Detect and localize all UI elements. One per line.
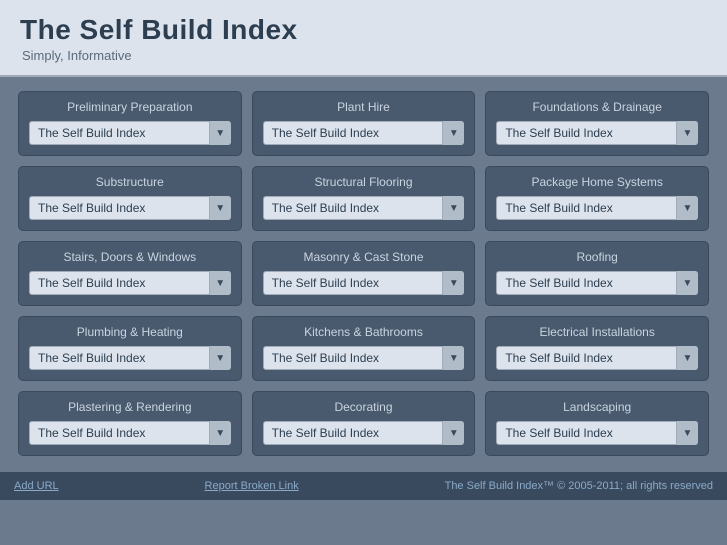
card-electrical-installations: Electrical Installations The Self Build I…: [485, 316, 709, 381]
select-wrapper-stairs-doors-windows: The Self Build Index▼: [29, 271, 231, 295]
card-title-stairs-doors-windows: Stairs, Doors & Windows: [29, 250, 231, 264]
select-masonry-cast-stone[interactable]: The Self Build Index: [263, 271, 465, 295]
select-wrapper-structural-flooring: The Self Build Index▼: [263, 196, 465, 220]
card-title-landscaping: Landscaping: [496, 400, 698, 414]
card-title-kitchens-bathrooms: Kitchens & Bathrooms: [263, 325, 465, 339]
copyright-text: The Self Build Index™ © 2005-2011; all r…: [445, 480, 713, 492]
card-title-masonry-cast-stone: Masonry & Cast Stone: [263, 250, 465, 264]
select-landscaping[interactable]: The Self Build Index: [496, 421, 698, 445]
select-plastering-rendering[interactable]: The Self Build Index: [29, 421, 231, 445]
card-decorating: Decorating The Self Build Index▼: [252, 391, 476, 456]
select-wrapper-plumbing-heating: The Self Build Index▼: [29, 346, 231, 370]
select-foundations-drainage[interactable]: The Self Build Index: [496, 121, 698, 145]
card-title-plant-hire: Plant Hire: [263, 100, 465, 114]
card-title-foundations-drainage: Foundations & Drainage: [496, 100, 698, 114]
select-wrapper-roofing: The Self Build Index▼: [496, 271, 698, 295]
card-title-plumbing-heating: Plumbing & Heating: [29, 325, 231, 339]
select-kitchens-bathrooms[interactable]: The Self Build Index: [263, 346, 465, 370]
select-structural-flooring[interactable]: The Self Build Index: [263, 196, 465, 220]
select-wrapper-masonry-cast-stone: The Self Build Index▼: [263, 271, 465, 295]
card-substructure: Substructure The Self Build Index▼: [18, 166, 242, 231]
site-title: The Self Build Index: [20, 14, 707, 46]
select-wrapper-plastering-rendering: The Self Build Index▼: [29, 421, 231, 445]
card-title-plastering-rendering: Plastering & Rendering: [29, 400, 231, 414]
card-preliminary-preparation: Preliminary Preparation The Self Build In…: [18, 91, 242, 156]
select-wrapper-kitchens-bathrooms: The Self Build Index▼: [263, 346, 465, 370]
site-header: The Self Build Index Simply, Informative: [0, 0, 727, 77]
select-wrapper-foundations-drainage: The Self Build Index▼: [496, 121, 698, 145]
card-kitchens-bathrooms: Kitchens & Bathrooms The Self Build Index…: [252, 316, 476, 381]
card-masonry-cast-stone: Masonry & Cast Stone The Self Build Index…: [252, 241, 476, 306]
card-roofing: Roofing The Self Build Index▼: [485, 241, 709, 306]
select-preliminary-preparation[interactable]: The Self Build Index: [29, 121, 231, 145]
select-wrapper-package-home-systems: The Self Build Index▼: [496, 196, 698, 220]
card-title-structural-flooring: Structural Flooring: [263, 175, 465, 189]
select-plant-hire[interactable]: The Self Build Index: [263, 121, 465, 145]
report-broken-link[interactable]: Report Broken Link: [205, 480, 299, 492]
select-decorating[interactable]: The Self Build Index: [263, 421, 465, 445]
select-stairs-doors-windows[interactable]: The Self Build Index: [29, 271, 231, 295]
select-plumbing-heating[interactable]: The Self Build Index: [29, 346, 231, 370]
card-landscaping: Landscaping The Self Build Index▼: [485, 391, 709, 456]
select-wrapper-substructure: The Self Build Index▼: [29, 196, 231, 220]
card-title-package-home-systems: Package Home Systems: [496, 175, 698, 189]
card-title-roofing: Roofing: [496, 250, 698, 264]
card-foundations-drainage: Foundations & Drainage The Self Build Ind…: [485, 91, 709, 156]
card-title-electrical-installations: Electrical Installations: [496, 325, 698, 339]
select-wrapper-electrical-installations: The Self Build Index▼: [496, 346, 698, 370]
select-wrapper-landscaping: The Self Build Index▼: [496, 421, 698, 445]
card-plastering-rendering: Plastering & Rendering The Self Build Ind…: [18, 391, 242, 456]
card-stairs-doors-windows: Stairs, Doors & Windows The Self Build In…: [18, 241, 242, 306]
card-plant-hire: Plant Hire The Self Build Index▼: [252, 91, 476, 156]
select-wrapper-preliminary-preparation: The Self Build Index▼: [29, 121, 231, 145]
main-content: Preliminary Preparation The Self Build In…: [0, 77, 727, 464]
site-footer: Add URL Report Broken Link The Self Buil…: [0, 472, 727, 500]
card-plumbing-heating: Plumbing & Heating The Self Build Index▼: [18, 316, 242, 381]
card-package-home-systems: Package Home Systems The Self Build Index…: [485, 166, 709, 231]
site-tagline: Simply, Informative: [22, 48, 707, 63]
card-title-decorating: Decorating: [263, 400, 465, 414]
card-title-preliminary-preparation: Preliminary Preparation: [29, 100, 231, 114]
card-structural-flooring: Structural Flooring The Self Build Index▼: [252, 166, 476, 231]
select-substructure[interactable]: The Self Build Index: [29, 196, 231, 220]
select-package-home-systems[interactable]: The Self Build Index: [496, 196, 698, 220]
select-roofing[interactable]: The Self Build Index: [496, 271, 698, 295]
select-wrapper-decorating: The Self Build Index▼: [263, 421, 465, 445]
cards-grid: Preliminary Preparation The Self Build In…: [18, 91, 709, 456]
card-title-substructure: Substructure: [29, 175, 231, 189]
select-electrical-installations[interactable]: The Self Build Index: [496, 346, 698, 370]
select-wrapper-plant-hire: The Self Build Index▼: [263, 121, 465, 145]
add-url-link[interactable]: Add URL: [14, 480, 59, 492]
